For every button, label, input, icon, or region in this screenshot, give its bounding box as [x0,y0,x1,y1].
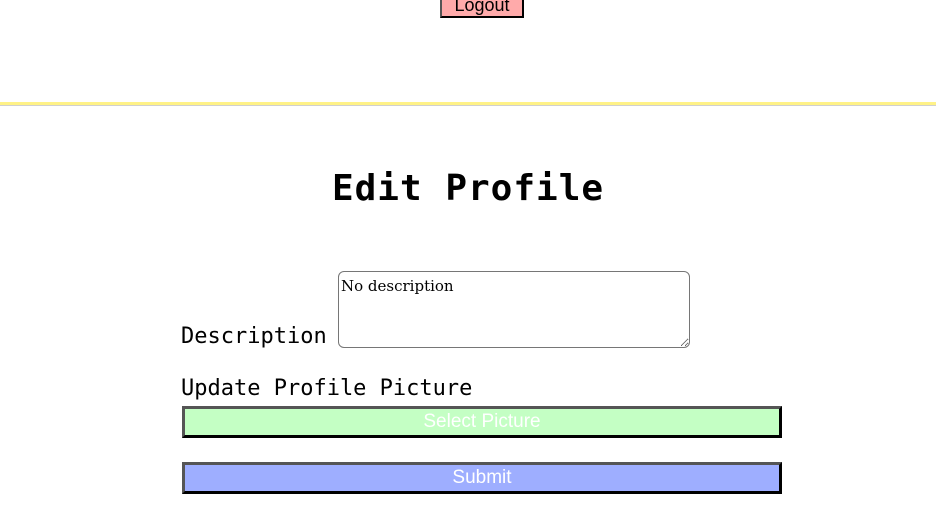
select-picture-button[interactable]: Select Picture [182,406,782,438]
page-title: Edit Profile [331,168,605,209]
logout-button[interactable]: Logout [440,0,524,18]
description-input[interactable]: No description [338,271,690,348]
header-divider-shadow [0,105,936,106]
profile-picture-label: Update Profile Picture [181,376,473,401]
description-label: Description [181,324,327,349]
submit-button[interactable]: Submit [182,462,782,494]
